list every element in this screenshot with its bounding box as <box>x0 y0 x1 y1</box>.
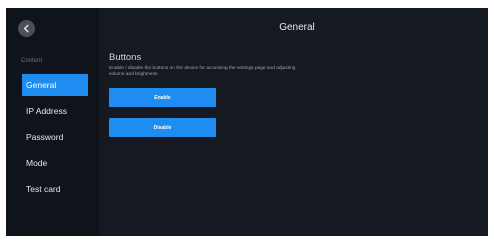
settings-screen: Content General IP Address Password Mode… <box>6 8 488 236</box>
sidebar-item-label: IP Address <box>26 106 67 116</box>
sidebar-section-label: Content <box>21 58 43 64</box>
disable-button[interactable]: Disable <box>109 118 216 137</box>
main-content: Buttons Enable / disable the buttons on … <box>109 52 469 137</box>
sidebar-item-general[interactable]: General <box>22 74 88 96</box>
section-description: Enable / disable the buttons on the devi… <box>109 66 296 77</box>
sidebar-item-label: Password <box>26 132 64 142</box>
sidebar: Content General IP Address Password Mode… <box>6 8 99 236</box>
sidebar-item-ip-address[interactable]: IP Address <box>22 100 88 122</box>
sidebar-item-password[interactable]: Password <box>22 126 88 148</box>
sidebar-item-label: General <box>26 80 57 90</box>
section-title: Buttons <box>109 52 142 63</box>
sidebar-item-label: Test card <box>26 184 61 194</box>
sidebar-item-mode[interactable]: Mode <box>22 152 88 174</box>
page-title: General <box>279 22 315 33</box>
sidebar-item-test-card[interactable]: Test card <box>22 178 88 200</box>
enable-button[interactable]: Enable <box>109 88 216 107</box>
sidebar-nav: General IP Address Password Mode Test ca… <box>22 74 88 204</box>
sidebar-item-label: Mode <box>26 158 48 168</box>
